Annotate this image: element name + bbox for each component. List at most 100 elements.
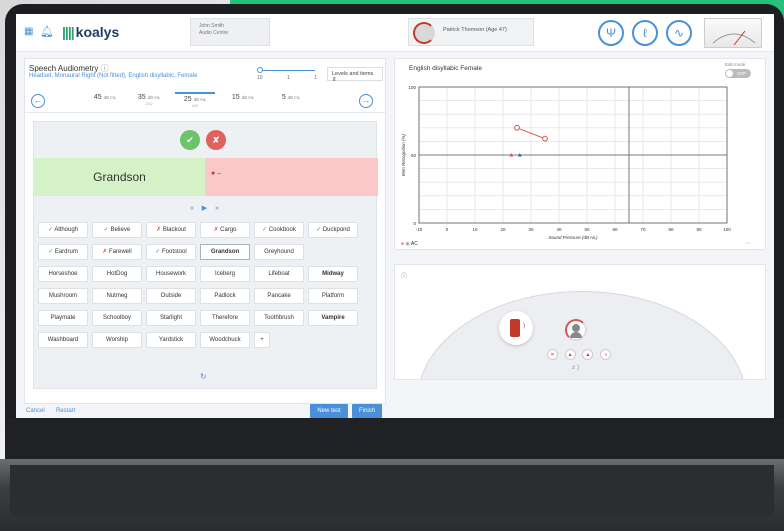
word-button[interactable]: Outside	[146, 288, 196, 304]
thumbs-up-icon[interactable]: ✔	[180, 130, 200, 150]
user-name: John Smith	[199, 23, 225, 29]
word-button[interactable]: ✓ Duckpond	[308, 222, 358, 238]
test-config-link[interactable]: Headset, Monaural Right (Not fitted), En…	[29, 73, 197, 79]
bell-icon[interactable]: 🔔︎	[40, 25, 54, 38]
word-button[interactable]: Midway	[308, 266, 358, 282]
word-test-area: ✔ ✘ Grandson ● – « ▶ » ✓ Although ✓ Belie…	[33, 121, 378, 389]
add-word-button[interactable]: +	[254, 332, 270, 348]
ear-icon[interactable]: ℓ	[632, 20, 658, 46]
word-button[interactable]: Pancake	[254, 288, 304, 304]
speaker-icon[interactable]: )	[499, 311, 533, 345]
speech-chart: -10 0 10 20 30 40 50 60 70 80 90 100050100Sound Pre…	[401, 85, 731, 240]
word-button[interactable]: Toothbrush	[254, 310, 304, 326]
x-axis-label: Sound Pressure (dB HL)	[548, 235, 598, 240]
user-org: Audio Centre	[199, 30, 229, 36]
thumbs-down-icon[interactable]: ✘	[206, 130, 226, 150]
word-button[interactable]: Grandson	[200, 244, 250, 260]
word-button[interactable]: ✓ Believe	[92, 222, 142, 238]
word-button[interactable]: Greyhound	[254, 244, 304, 260]
wrong-response[interactable]: ● –	[205, 158, 378, 196]
word-label: Therefore	[211, 315, 238, 321]
word-label: Yardstick	[158, 337, 184, 343]
y-tick-label: 0	[413, 221, 416, 226]
word-button[interactable]: Playmate	[38, 310, 88, 326]
word-label: Believe	[110, 227, 131, 233]
more-options-icon[interactable]: ⋯	[745, 240, 751, 247]
app-screen: ▦ 🔔︎ |||| koalys John Smith Audio Centre …	[16, 14, 774, 418]
x-tick-label: 70	[640, 227, 646, 232]
word-button[interactable]: Iceberg	[200, 266, 250, 282]
level-35[interactable]: 35 dB HL 2/12	[129, 94, 169, 106]
y-tick-label: 100	[408, 85, 416, 90]
prev-level-arrow-icon[interactable]: ←	[31, 94, 45, 108]
word-button[interactable]: Mushroom	[38, 288, 88, 304]
word-button[interactable]: Worship	[92, 332, 142, 348]
x-tick-label: 10	[472, 227, 478, 232]
volume-icon[interactable]: ♬)	[571, 365, 579, 371]
word-label: Playmate	[50, 315, 76, 321]
word-button[interactable]: ✗ Cargo	[200, 222, 250, 238]
word-button[interactable]: Vampire	[308, 310, 358, 326]
refresh-icon[interactable]: ↻	[200, 372, 207, 381]
field-controls: ✕ ▲ ▲ ◑	[547, 349, 611, 360]
word-button[interactable]: ✓ Cookbook	[254, 222, 304, 238]
data-point	[514, 124, 520, 131]
word-label: Lifeboat	[268, 271, 290, 277]
restart-link[interactable]: Restart	[56, 408, 75, 414]
word-button[interactable]: Starlight	[146, 310, 196, 326]
current-word[interactable]: Grandson	[34, 158, 205, 196]
word-button[interactable]: ✗ Farewell	[92, 244, 142, 260]
word-button[interactable]: Padlock	[200, 288, 250, 304]
audiogram-icon[interactable]: ∿	[666, 20, 692, 46]
info-icon[interactable]: ⓘ	[101, 64, 109, 73]
new-test-button[interactable]: New test	[310, 404, 348, 418]
word-label: HotDog	[106, 271, 128, 277]
balance-icon[interactable]: ◑	[599, 349, 611, 360]
word-label: Horseshoe	[48, 271, 78, 277]
word-label: Worship	[106, 337, 128, 343]
word-button[interactable]: Platform	[308, 288, 358, 304]
word-label: Vampire	[321, 315, 345, 321]
word-label: Mushroom	[48, 293, 78, 299]
ear-toggle-icon[interactable]: ◉	[405, 241, 409, 247]
mute-icon[interactable]: ✕	[547, 349, 558, 360]
word-label: Woodchuck	[209, 337, 241, 343]
thumbs-up-icon: ✓	[262, 227, 269, 233]
level-step-slider[interactable]: 10 1 1	[257, 66, 317, 81]
mic-right-icon[interactable]: ▲	[582, 349, 594, 360]
finish-button[interactable]: Finish	[352, 404, 382, 418]
chart-legend: ● ◉ AC	[401, 241, 418, 247]
word-button[interactable]: HotDog	[92, 266, 142, 282]
word-button[interactable]: Yardstick	[146, 332, 196, 348]
word-button[interactable]: ✓ Footstool	[146, 244, 196, 260]
patient-selector[interactable]: Patrick Thomson (Age 47)	[408, 18, 534, 46]
next-level-arrow-icon[interactable]: →	[359, 94, 373, 108]
word-button[interactable]: Schoolboy	[92, 310, 142, 326]
word-button[interactable]: Woodchuck	[200, 332, 250, 348]
word-label: Greyhound	[264, 249, 294, 255]
x-tick-label: -10	[416, 227, 423, 232]
word-button[interactable]: Lifeboat	[254, 266, 304, 282]
word-button[interactable]: ✓ Although	[38, 222, 88, 238]
x-tick-label: 60	[612, 227, 618, 232]
mic-left-icon[interactable]: ▲	[564, 349, 576, 360]
apps-grid-icon[interactable]: ▦	[24, 27, 33, 37]
info-icon[interactable]: ⓘ	[401, 271, 407, 280]
vu-meter-icon[interactable]	[704, 18, 762, 48]
playback-controls[interactable]: « ▶ »	[184, 204, 228, 212]
levels-items-select[interactable]: Levels and items ⇕	[327, 67, 383, 83]
word-button[interactable]: ✓ Eardrum	[38, 244, 88, 260]
level-45[interactable]: 45 dB HL	[85, 94, 125, 101]
cancel-link[interactable]: Cancel	[26, 408, 45, 414]
word-button[interactable]: Therefore	[200, 310, 250, 326]
user-selector[interactable]: John Smith Audio Centre	[190, 18, 270, 46]
tuning-fork-icon[interactable]: Ψ	[598, 20, 624, 46]
level-25[interactable]: 25 dB HL 6/8	[175, 92, 215, 108]
word-button[interactable]: ✗ Blackout	[146, 222, 196, 238]
word-button[interactable]: Nutmeg	[92, 288, 142, 304]
level-5[interactable]: 5 dB HL	[271, 94, 311, 101]
word-button[interactable]: Horseshoe	[38, 266, 88, 282]
word-button[interactable]: Washboard	[38, 332, 88, 348]
level-15[interactable]: 15 dB HL	[223, 94, 263, 101]
word-button[interactable]: Housework	[146, 266, 196, 282]
